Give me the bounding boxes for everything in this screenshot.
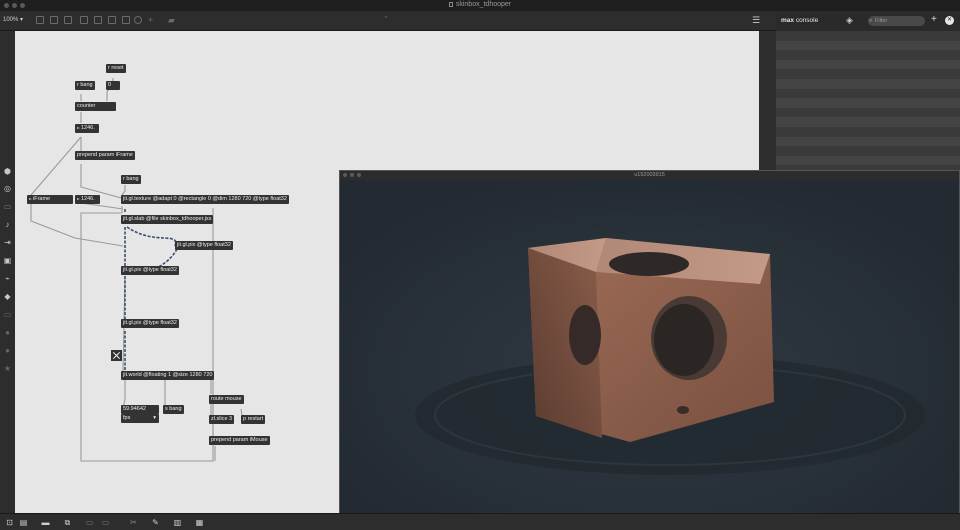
layers-icon[interactable]: ⧉ [62,517,73,528]
render-toggle[interactable] [111,350,122,361]
button-icon[interactable] [80,16,88,24]
presentation-icon[interactable]: ▤ [18,517,29,528]
comment-bubble-icon[interactable]: ▬ [40,517,51,528]
lock-toggle-icon[interactable]: ⊡ [4,517,15,528]
tag-icon[interactable]: ◆ [2,291,13,302]
console-title: max console [781,17,819,24]
console-row [776,50,960,60]
render-window-title-bar: u152003915 [340,171,959,180]
diamond-options-icon[interactable]: ◈ [846,15,853,25]
console-row [776,31,960,41]
package-icon[interactable]: ⬢ [2,166,13,177]
zero-message[interactable]: 0 [106,81,120,90]
console-row [776,117,960,127]
p-restart-object[interactable]: p restart [241,415,266,424]
console-row [776,155,960,166]
skinbox-cube [528,238,774,442]
object-box-icon[interactable] [36,16,44,24]
frame-number-box[interactable]: 1246. [75,124,99,133]
debug-icon[interactable]: ✂ [128,517,139,528]
message-box-icon[interactable] [50,16,58,24]
jitter-render-window[interactable]: u152003915 [339,170,960,530]
console-menu-icon[interactable]: ☰ [752,16,760,25]
console-row [776,59,960,70]
console-header: max console ☰ ◈ ⌕ Filter + ✕ [752,11,960,31]
prepend-iframe-object[interactable]: prepend param iFrame [75,151,135,160]
info-icon[interactable]: ● [2,345,13,356]
jit-world-object[interactable]: jit.world @floating 1 @size 1280 720 [121,371,215,380]
lock-icon[interactable]: ▰ [168,14,175,26]
clear-console-button[interactable]: ✕ [945,16,954,25]
left-sidebar: ⬢ ◎ ▭ ♪ ⇥ ▣ ⌁ ◆ ▭ ● ● ★ [0,31,15,513]
console-row [776,146,960,156]
iframe-param-box[interactable]: iFrame [27,195,73,204]
link-icon[interactable]: ▭ [2,309,13,320]
s-bang-object[interactable]: s bang [163,405,184,414]
jit-gl-pix-left-object[interactable]: jit.gl.pix @type float32 [121,266,179,275]
music-note-icon[interactable]: ♪ [2,219,13,230]
midi-keyboard-icon[interactable]: ▥ [172,517,183,528]
mixer-icon[interactable]: ▦ [194,517,205,528]
wrench-icon[interactable]: ✎ [150,517,161,528]
jit-gl-pix-lower-object[interactable]: jit.gl.pix @type float32 [121,319,179,328]
console-row [776,69,960,79]
paperclip-icon[interactable]: ⌁ [2,273,13,284]
toggle-icon[interactable] [94,16,102,24]
star-icon[interactable]: ★ [2,363,13,374]
expand-icon[interactable]: ⇥ [2,237,13,248]
title-bar: skinbox_tdhooper [0,0,960,11]
jit-gl-slab-object[interactable]: jit.gl.slab @file skinbox_tdhooper.jxs [121,215,214,224]
drag-handle-icon[interactable]: ⌃ [383,14,389,26]
console-message-list[interactable] [776,31,960,181]
r-bang-object-top[interactable]: r bang [75,81,95,90]
snapshot-icon[interactable]: ● [2,327,13,338]
console-row [776,126,960,137]
window-title: skinbox_tdhooper [0,1,960,8]
add-console-button[interactable]: + [931,14,937,26]
zl-slice-object[interactable]: zl.slice 3 [209,415,235,424]
console-row [776,98,960,108]
zoom-menu[interactable]: 100% ▾ [3,16,23,23]
console-row [776,107,960,118]
snap-icon[interactable]: ▭ [100,517,111,528]
console-row [776,136,960,147]
target-icon[interactable]: ◎ [2,183,13,194]
r-bang-object-mid[interactable]: r bang [121,175,141,184]
chevron-down-icon: ▾ [153,415,156,421]
image-icon[interactable]: ▣ [2,255,13,266]
add-icon[interactable]: + [148,14,153,26]
console-row [776,40,960,51]
console-row [776,78,960,89]
comment-icon[interactable] [64,16,72,24]
max-app-window: skinbox_tdhooper 100% ▾ + ▰ ⌃ ⬢ ◎ ▭ ♪ ⇥ … [0,0,960,530]
rendered-skinbox-image [340,180,959,529]
document-icon [448,2,453,7]
render-window-title: u152003915 [634,172,665,178]
jit-gl-pix-right-object[interactable]: jit.gl.pix @type float32 [175,241,233,250]
dial-icon[interactable] [134,16,142,24]
fps-number-box[interactable]: 59.94642 [121,405,159,414]
prepend-imouse-object[interactable]: prepend param iMouse [209,436,270,445]
slider-icon[interactable] [122,16,130,24]
r-reset-object[interactable]: r reset [106,64,126,73]
filter-search-input[interactable]: ⌕ Filter [868,16,925,26]
grid-icon[interactable]: ▭ [84,517,95,528]
iframe-number-box[interactable]: 1246. [75,195,100,204]
patcher-bottom-bar: ⊡ ▤ ▬ ⧉ ▭ ▭ ✂ ✎ ▥ ▦ [0,513,960,530]
number-box-icon[interactable] [108,16,116,24]
fps-unit-menu[interactable]: fps ▾ [121,414,159,423]
route-mouse-object[interactable]: route mouse [209,395,244,404]
search-icon: ⌕ [869,18,873,24]
console-row [776,88,960,99]
counter-object[interactable]: counter [75,102,116,111]
window-icon[interactable]: ▭ [2,201,13,212]
jit-gl-texture-object[interactable]: jit.gl.texture @adapt 0 @rectangle 0 @di… [121,195,289,204]
